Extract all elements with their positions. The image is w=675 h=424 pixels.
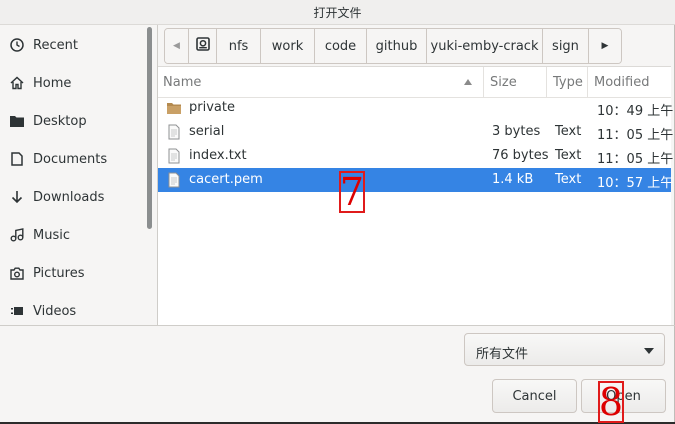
file-name: private [189, 100, 235, 115]
file-modified: 11：05 上午 [597, 152, 674, 167]
file-name: index.txt [189, 148, 247, 163]
window-title: 打开文件 [313, 6, 362, 20]
file-type: Text [555, 124, 582, 139]
chevron-down-icon [644, 348, 654, 354]
sidebar-item-label: Pictures [33, 265, 85, 281]
file-type-filter-dropdown[interactable]: 所有文件 [464, 333, 665, 366]
file-row-cacert-pem[interactable]: cacert.pem 1.4 kB Text 10：57 上午 [158, 168, 674, 192]
bottom-divider [0, 325, 675, 326]
sidebar-item-home[interactable]: Home [0, 64, 146, 102]
annotation-step-7: 7 [339, 170, 365, 214]
sidebar-item-music[interactable]: Music [0, 216, 146, 254]
clock-icon [8, 36, 26, 54]
file-type: Text [555, 172, 582, 187]
file-list: Name Size Type Modified private 10：49 上午 [158, 66, 674, 326]
path-root-button[interactable] [189, 29, 217, 63]
sort-ascending-icon [464, 79, 472, 85]
path-scroll-left-button[interactable]: ◀ [165, 29, 189, 63]
sidebar-item-label: Videos [33, 303, 77, 319]
file-row-serial[interactable]: serial 3 bytes Text 11：05 上午 [158, 120, 674, 144]
sidebar-item-label: Documents [33, 151, 108, 167]
file-name: cacert.pem [189, 172, 263, 187]
text-file-icon [166, 148, 182, 164]
sidebar-item-label: Downloads [33, 189, 105, 205]
file-row-index-txt[interactable]: index.txt 76 bytes Text 11：05 上午 [158, 144, 674, 168]
title-bar[interactable]: 打开文件 [0, 0, 675, 25]
path-crumb-github[interactable]: github [367, 29, 427, 63]
download-arrow-icon [8, 188, 26, 206]
chevron-right-icon: ▶ [601, 41, 609, 51]
sidebar-item-downloads[interactable]: Downloads [0, 178, 146, 216]
sidebar-item-label: Music [33, 227, 70, 243]
cancel-button[interactable]: Cancel [492, 379, 577, 413]
file-modified: 10：49 上午 [597, 104, 674, 119]
column-header-type[interactable]: Type [547, 67, 588, 97]
folder-icon [166, 100, 182, 116]
drive-icon [195, 37, 210, 55]
path-bar: ◀ nfs work code github yuki-emby-crack s… [164, 28, 622, 64]
file-modified: 10：57 上午 [597, 176, 674, 191]
sidebar-item-label: Home [33, 75, 72, 91]
music-icon [8, 226, 26, 244]
file-chooser-dialog: 打开文件 Recent Home Desktop Documents Downl… [0, 0, 675, 424]
column-header-modified[interactable]: Modified [588, 67, 671, 97]
path-crumb-work[interactable]: work [261, 29, 315, 63]
path-crumb-code[interactable]: code [315, 29, 367, 63]
file-size: 3 bytes [492, 124, 541, 139]
text-file-icon [166, 124, 182, 140]
text-file-icon [166, 172, 182, 188]
file-modified: 11：05 上午 [597, 128, 674, 143]
path-scroll-right-button[interactable]: ▶ [589, 29, 621, 63]
sidebar-item-pictures[interactable]: Pictures [0, 254, 146, 292]
file-row-private[interactable]: private 10：49 上午 [158, 96, 674, 120]
document-icon [8, 150, 26, 168]
file-size: 76 bytes [492, 148, 549, 163]
path-crumb-nfs[interactable]: nfs [217, 29, 261, 63]
chevron-left-icon: ◀ [173, 41, 180, 51]
sidebar-item-label: Desktop [33, 113, 87, 129]
sidebar-item-label: Recent [33, 37, 78, 53]
file-type: Text [555, 148, 582, 163]
sidebar-item-documents[interactable]: Documents [0, 140, 146, 178]
file-name: serial [189, 124, 225, 139]
column-header-size[interactable]: Size [484, 67, 547, 97]
path-crumb-yuki-emby-crack[interactable]: yuki-emby-crack [427, 29, 543, 63]
sidebar-item-desktop[interactable]: Desktop [0, 102, 146, 140]
home-icon [8, 74, 26, 92]
places-sidebar: Recent Home Desktop Documents Downloads [0, 25, 158, 325]
file-size: 1.4 kB [492, 172, 534, 187]
folder-icon [8, 112, 26, 130]
video-icon [8, 302, 26, 320]
filter-selected-label: 所有文件 [476, 347, 529, 362]
sidebar-item-recent[interactable]: Recent [0, 26, 146, 64]
annotation-step-8: 8 [598, 380, 624, 424]
sidebar-scrollbar[interactable] [147, 27, 152, 229]
camera-icon [8, 264, 26, 282]
column-header-name[interactable]: Name [158, 67, 484, 97]
path-crumb-sign[interactable]: sign [543, 29, 589, 63]
